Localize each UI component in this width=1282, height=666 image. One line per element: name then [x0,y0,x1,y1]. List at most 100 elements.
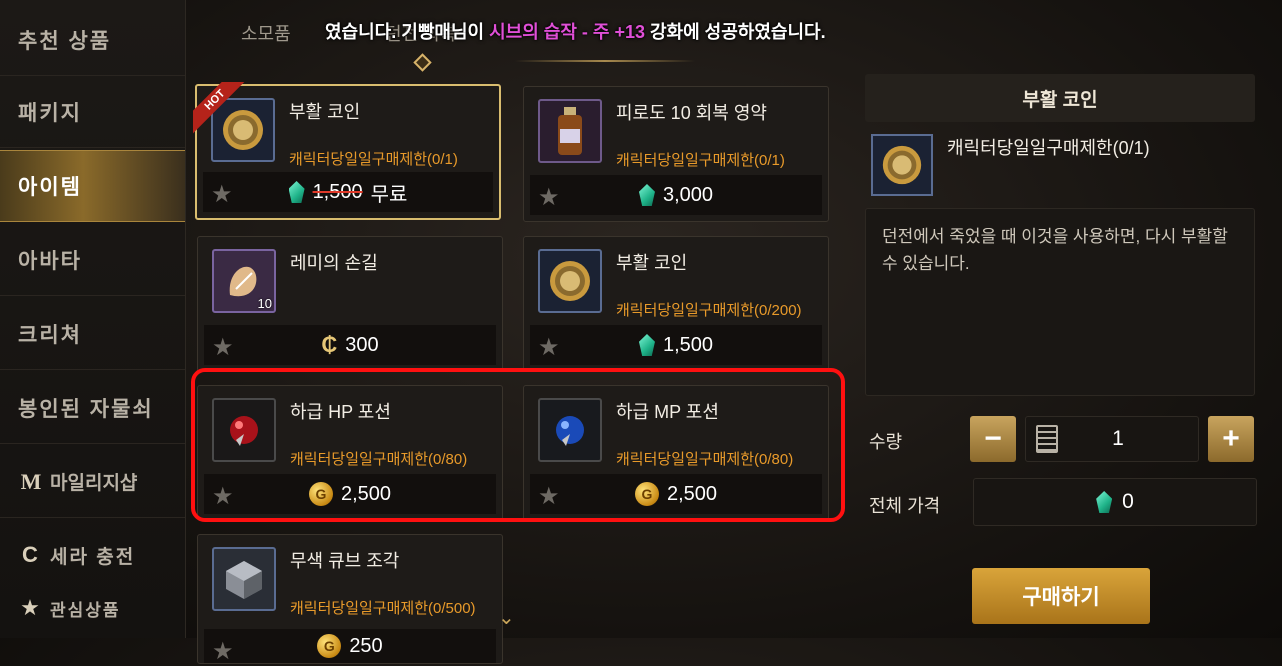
favorite-star-icon[interactable]: ★ [212,637,234,666]
sidebar-item-favorites[interactable]: ★ 관심상품 [0,578,185,638]
category-sidebar: 추천 상품 패키지 아이템 아바타 크리쳐 봉인된 자물쇠 M 마일리지샵 C … [0,0,186,638]
sidebar-item-creature[interactable]: 크리쳐 [0,298,185,370]
sidebar-item-recommended[interactable]: 추천 상품 [0,4,185,76]
sidebar-item-label: 마일리지샵 [50,473,138,494]
gem-icon [638,334,655,356]
product-card-hp-potion[interactable]: 하급 HP 포션 캐릭터당일일구매제한(0/80) ★ G 2,500 [197,385,503,521]
purchase-limit: 캐릭터당일일구매제한(0/1) [289,151,458,168]
notice-enhance: +13 [614,22,645,42]
purchase-limit: 캐릭터당일일구매제한(0/80) [290,451,468,468]
sidebar-item-label: 추천 상품 [18,29,112,53]
sidebar-item-label: 크리쳐 [18,323,82,347]
purchase-limit: 캐릭터당일일구매제한(0/1) [616,152,785,169]
purchase-limit: 캐릭터당일일구매제한(0/80) [616,451,794,468]
favorite-star-icon[interactable]: ★ [212,482,234,511]
cera-currency-icon: ₵ [321,332,338,357]
product-card-revival-coin-2[interactable]: 부활 코인 캐릭터당일일구매제한(0/200) ★ 1,500 [523,236,829,372]
price-bar: ★ G 2,500 [204,474,496,514]
sidebar-item-label: 패키지 [18,101,82,125]
notice-user: 기빵매님이 [401,22,490,42]
product-card-cube-fragment[interactable]: 무색 큐브 조각 캐릭터당일일구매제한(0/500) ★ G 250 [197,534,503,666]
purchase-limit: 캐릭터당일일구매제한(0/200) [616,302,802,319]
sidebar-item-label: 아바타 [18,249,82,273]
sidebar-item-label: 세라 충전 [50,546,136,568]
favorite-star-icon[interactable]: ★ [538,482,560,511]
product-card-fatigue-elixir[interactable]: 피로도 10 회복 영약 캐릭터당일일구매제한(0/1) ★ 3,000 [523,86,829,222]
buy-button[interactable]: 구매하기 [972,568,1150,624]
quantity-value: 1 [1112,427,1124,450]
product-name: 레미의 손길 [290,253,378,273]
price: 2,500 [340,482,392,505]
price: 3,000 [662,183,714,206]
product-card-remy-touch[interactable]: 10 레미의 손길 ★ ₵ 300 [197,236,503,372]
product-name: 부활 코인 [289,102,361,122]
price: 300 [345,333,379,356]
product-card-mp-potion[interactable]: 하급 MP 포션 캐릭터당일일구매제한(0/80) ★ G 2,500 [523,385,829,521]
notice-prefix: 였습니다. [325,22,397,42]
scroll-down-chevron-icon[interactable]: ⌄ [498,605,522,629]
price-bar: ★ 3,000 [530,175,822,215]
quantity-label: 수량 [869,432,903,452]
product-name: 하급 MP 포션 [616,402,719,422]
star-icon: ★ [20,595,42,620]
product-name: 무색 큐브 조각 [290,551,400,571]
price-bar: ★ ₵ 300 [204,325,496,365]
notice-suffix: 강화에 성공하였습니다. [644,22,826,42]
product-card-revival-coin[interactable]: HOT 부활 코인 캐릭터당일일구매제한(0/1) ★ 1,500 무료 [193,82,501,220]
price: 2,500 [666,482,718,505]
glove-icon: 10 [212,249,276,313]
detail-title: 부활 코인 [865,74,1255,122]
elixir-bottle-icon [538,99,602,163]
sidebar-item-label: 아이템 [18,176,82,199]
quantity-badge: 10 [257,296,272,311]
product-name: 부활 코인 [616,253,688,273]
product-name: 하급 HP 포션 [290,402,391,422]
sidebar-item-label: 봉인된 자물쇠 [18,397,154,421]
sidebar-item-mileage-shop[interactable]: M 마일리지샵 [0,446,185,518]
calculator-icon[interactable] [1036,425,1058,453]
cera-icon: C [22,542,40,567]
favorite-star-icon[interactable]: ★ [211,180,233,209]
price-bar: ★ 1,500 [530,325,822,365]
original-price: 1,500 [312,180,363,203]
hp-potion-icon [212,398,276,462]
notice-item: 시브의 습작 - 주 [489,22,615,42]
quantity-input[interactable]: 1 [1025,416,1199,462]
total-price-label: 전체 가격 [869,496,941,516]
gem-icon [1096,491,1113,513]
revival-coin-icon [871,134,933,196]
sidebar-item-item[interactable]: 아이템 [0,150,185,222]
cube-fragment-icon [212,547,276,611]
favorite-star-icon[interactable]: ★ [538,183,560,212]
active-tab-indicator-icon [413,53,432,72]
item-detail-panel: 부활 코인 캐릭터당일일구매제한(0/1) 던전에서 죽었을 때 이것을 사용하… [855,74,1267,638]
price-bar: ★ G 250 [204,629,496,666]
favorite-star-icon[interactable]: ★ [212,333,234,362]
quantity-minus-button[interactable]: − [970,416,1016,462]
mp-potion-icon [538,398,602,462]
gem-icon [288,181,305,203]
sidebar-item-avatar[interactable]: 아바타 [0,224,185,296]
total-price-field: 0 [973,478,1257,526]
gem-icon [638,184,655,206]
gold-coin-icon: G [634,482,659,506]
sidebar-item-package[interactable]: 패키지 [0,76,185,148]
sidebar-item-label: 관심상품 [50,600,121,620]
sidebar-item-sealed-lock[interactable]: 봉인된 자물쇠 [0,372,185,444]
active-tab-underline [515,60,695,62]
detail-purchase-limit: 캐릭터당일일구매제한(0/1) [947,138,1150,158]
purchase-limit: 캐릭터당일일구매제한(0/500) [290,600,476,617]
price-bar: ★ 1,500 무료 [203,172,493,212]
price: 1,500 [662,333,714,356]
tab-consumables[interactable]: 소모품 [241,20,291,46]
total-price-value: 0 [1122,490,1134,513]
price-bar: ★ G 2,500 [530,474,822,514]
sale-price: 무료 [370,183,408,206]
mileage-m-icon: M [20,468,42,494]
item-description: 던전에서 죽었을 때 이것을 사용하면, 다시 부활할 수 있습니다. [865,208,1255,396]
favorite-star-icon[interactable]: ★ [538,333,560,362]
gold-coin-icon: G [308,482,333,506]
quantity-plus-button[interactable]: + [1208,416,1254,462]
revival-coin-icon [538,249,602,313]
hot-badge: HOT [193,82,249,138]
